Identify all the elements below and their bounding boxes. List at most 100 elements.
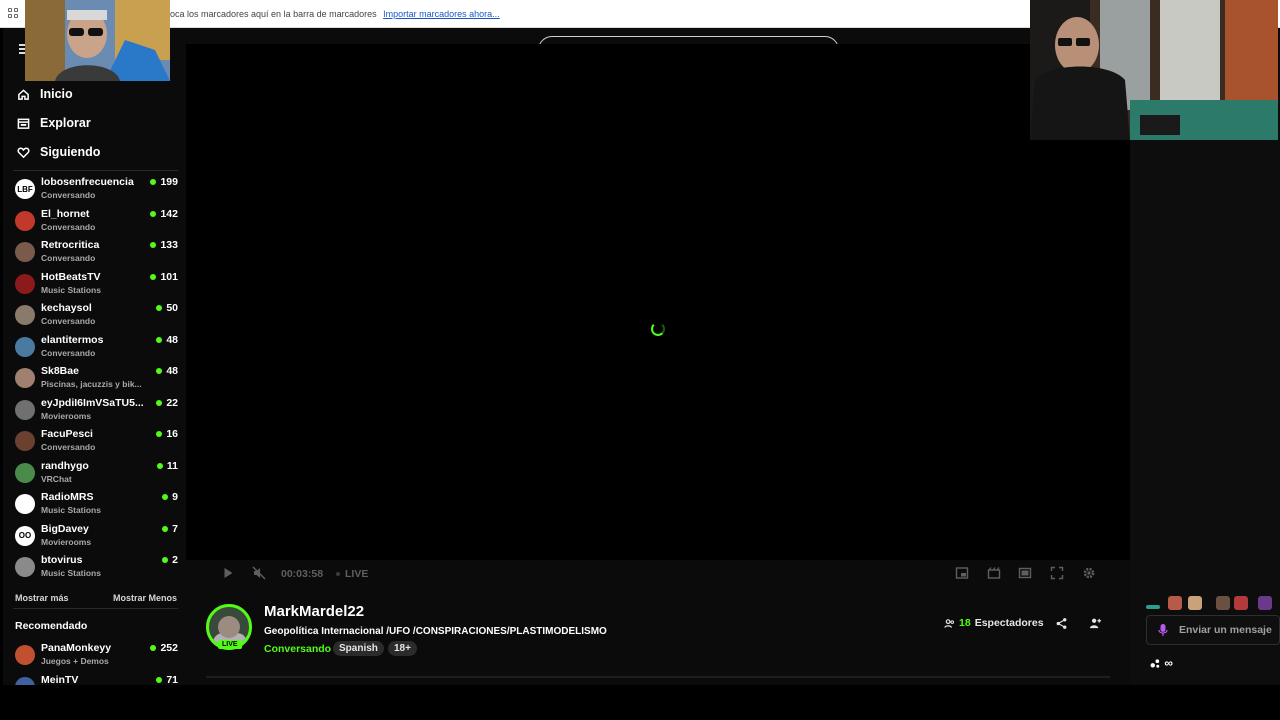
channel-name: HotBeatsTV xyxy=(41,270,101,283)
viewer-count: 18 Espectadores xyxy=(944,617,1044,629)
viewer-count-number: 18 xyxy=(959,617,971,629)
channel-avatar xyxy=(15,645,35,665)
nav-following-label: Siguiendo xyxy=(40,145,101,159)
channel-item[interactable]: El_hornet Conversando 142 xyxy=(13,206,178,236)
channel-viewer-count: 71 xyxy=(156,674,178,686)
live-indicator[interactable]: LIVE xyxy=(336,568,368,580)
bookmarks-hint: oca los marcadores aquí en la barra de m… xyxy=(170,9,500,19)
channel-name: eyJpdiI6ImVSaTU5... xyxy=(41,396,144,409)
show-more-button[interactable]: Mostrar más xyxy=(15,593,69,603)
live-badge: LIVE xyxy=(218,640,242,649)
viewer-count-label: Espectadores xyxy=(974,617,1044,629)
channel-name: kechaysol xyxy=(41,302,92,314)
nav-home-label: Inicio xyxy=(40,87,73,101)
settings-gear-icon[interactable] xyxy=(1082,566,1096,580)
channel-item[interactable]: LBF lobosenfrecuencia Conversando 199 xyxy=(13,174,178,204)
channel-avatar xyxy=(15,210,35,231)
microphone-icon[interactable] xyxy=(1157,623,1169,637)
theater-mode-icon[interactable] xyxy=(1018,566,1032,580)
chat-avatar xyxy=(1216,596,1230,610)
import-bookmarks-link[interactable]: Importar marcadores ahora... xyxy=(383,9,500,19)
sidebar: Inicio Explorar Siguiendo LBF lobosenfrec… xyxy=(3,70,183,685)
channel-category: Conversando xyxy=(41,253,96,263)
channel-name: MeinTV xyxy=(41,673,79,686)
channel-category: Conversando xyxy=(41,190,96,200)
stream-category-link[interactable]: Conversando xyxy=(264,643,331,655)
tag-language[interactable]: Spanish xyxy=(333,641,384,656)
channel-item[interactable]: Sk8Bae Piscinas, jacuzzis y bik... 48 xyxy=(13,363,178,393)
channel-avatar: LBF xyxy=(15,179,35,199)
show-less-button[interactable]: Mostrar Menos xyxy=(113,593,177,603)
chat-recent-avatars xyxy=(1146,596,1276,612)
nav-following[interactable]: Siguiendo xyxy=(17,142,100,162)
channel-item[interactable]: kechaysol Conversando 50 xyxy=(13,300,178,330)
channel-item[interactable]: Retrocritica Conversando 133 xyxy=(13,237,178,267)
channel-item[interactable]: elantitermos Conversando 48 xyxy=(13,332,178,362)
channel-item[interactable]: FacuPesci Conversando 16 xyxy=(13,426,178,456)
channel-viewer-count: 11 xyxy=(157,460,178,472)
channel-item[interactable]: HotBeatsTV Music Stations 101 xyxy=(13,269,178,299)
channel-item[interactable]: RadioMRS Music Stations 9 xyxy=(13,489,178,519)
fullscreen-icon[interactable] xyxy=(1050,566,1064,580)
channel-viewer-count: 133 xyxy=(150,239,178,251)
channel-item[interactable]: OO BigDavey Movierooms 7 xyxy=(13,521,178,551)
channel-viewer-count: 48 xyxy=(156,334,178,346)
home-icon xyxy=(18,88,29,100)
channel-category: Piscinas, jacuzzis y bik... xyxy=(41,379,142,389)
channel-item[interactable]: MeinTV 71 xyxy=(13,672,178,686)
viewers-icon xyxy=(944,618,955,628)
stream-title: Geopolítica Internacional /UFO /CONSPIRA… xyxy=(264,626,607,637)
clip-icon[interactable] xyxy=(987,566,1001,580)
sidebar-divider xyxy=(13,170,178,171)
channel-category: Conversando xyxy=(41,442,96,452)
channel-category: Music Stations xyxy=(41,505,101,515)
channel-name: FacuPesci xyxy=(41,428,93,440)
channel-category: Conversando xyxy=(41,316,96,326)
muted-speaker-icon[interactable] xyxy=(252,566,266,580)
channel-avatar xyxy=(15,557,35,577)
chat-message-input[interactable]: Enviar un mensaje xyxy=(1146,615,1280,645)
channel-viewer-count: 2 xyxy=(162,554,178,566)
channel-category: Movierooms xyxy=(41,536,92,547)
channel-item[interactable]: randhygo VRChat 11 xyxy=(13,458,178,488)
tag-mature[interactable]: 18+ xyxy=(388,641,417,656)
channel-item[interactable]: PanaMonkeyy Juegos + Demos 252 xyxy=(13,640,178,670)
follow-user-icon[interactable] xyxy=(1089,617,1103,631)
channel-viewer-count: 48 xyxy=(156,365,178,377)
channel-name: El_hornet xyxy=(41,207,90,220)
channel-category: Juegos + Demos xyxy=(41,656,109,666)
channel-item[interactable]: btovirus Music Stations 2 xyxy=(13,552,178,582)
nav-home[interactable]: Inicio xyxy=(17,84,73,104)
channel-avatar xyxy=(15,305,35,325)
streamer-name[interactable]: MarkMardel22 xyxy=(264,603,364,620)
play-icon[interactable] xyxy=(221,566,235,580)
loading-spinner-icon xyxy=(651,322,665,336)
channel-category: VRChat xyxy=(41,473,72,484)
stream-info-divider xyxy=(206,676,1110,678)
channel-avatar: OO xyxy=(15,525,35,546)
screen: oca los marcadores aquí en la barra de m… xyxy=(0,0,1280,720)
channel-category: Movierooms xyxy=(41,410,92,421)
infinity-emote[interactable]: ∞ xyxy=(1164,656,1173,670)
channel-avatar xyxy=(15,399,35,420)
channel-name: RadioMRS xyxy=(41,491,94,503)
picture-in-picture-icon[interactable] xyxy=(955,566,969,580)
channel-category: Music Stations xyxy=(41,568,101,578)
channel-name: PanaMonkeyy xyxy=(41,642,112,654)
channel-avatar xyxy=(15,242,35,262)
video-player[interactable] xyxy=(186,44,1130,560)
chat-avatar xyxy=(1188,596,1202,610)
channel-avatar xyxy=(15,368,35,388)
webcam-overlay-right xyxy=(1030,0,1278,140)
channel-avatar xyxy=(15,431,35,451)
nav-browse[interactable]: Explorar xyxy=(17,113,91,133)
channel-name: Retrocritica xyxy=(41,239,100,251)
channel-viewer-count: 9 xyxy=(162,491,178,503)
apps-grid-icon[interactable] xyxy=(8,8,20,20)
share-icon[interactable] xyxy=(1055,617,1069,631)
taskbar-strip xyxy=(0,685,1280,720)
chat-emote-toolbar: ∞ xyxy=(1150,656,1190,670)
channel-item[interactable]: eyJpdiI6ImVSaTU5... Movierooms 22 xyxy=(13,395,178,425)
emote-picker-icon[interactable] xyxy=(1150,658,1161,669)
sidebar-divider xyxy=(13,608,178,609)
